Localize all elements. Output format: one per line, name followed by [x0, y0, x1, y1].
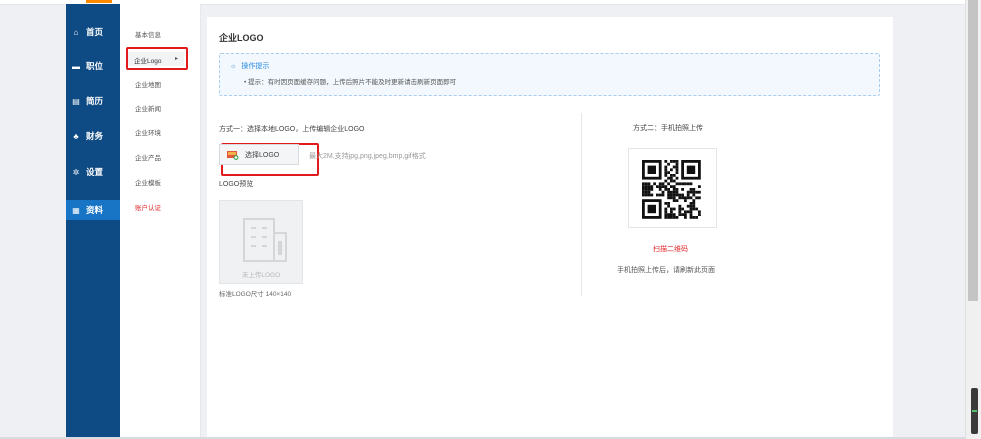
- gear-icon: ✲: [72, 167, 80, 177]
- logo-preview: 未上传LOGO: [219, 200, 303, 284]
- sidebar-item-label: 职位: [86, 61, 104, 71]
- method-one-label: 方式一：选择本地LOGO，上传编辑企业LOGO: [219, 126, 365, 133]
- tip-title: 操作提示: [241, 63, 270, 70]
- subnav-item-products[interactable]: 企业产品: [135, 152, 161, 162]
- subnav-item-environment[interactable]: 企业环境: [135, 127, 161, 137]
- briefcase-icon: ▬: [72, 61, 80, 71]
- method-two-label: 方式二：手机拍照上传: [633, 125, 703, 132]
- sidebar-item-label: 设置: [86, 167, 104, 177]
- subnav-item-news[interactable]: 企业新闻: [135, 103, 161, 113]
- page: ⌂ 首页 ▬ 职位 ▤ 简历 ♣ 财务 ✲ 设置 ▦ 资料 基本信息 企业Log…: [0, 0, 981, 439]
- subnav-item-map[interactable]: 企业地图: [135, 79, 161, 89]
- subnav-item-verification[interactable]: 账户认证: [135, 202, 161, 212]
- sidebar-item-label: 简历: [86, 96, 104, 106]
- image-upload-icon: [227, 150, 239, 160]
- sidebar-item-label: 首页: [86, 27, 104, 37]
- subnav-item-label: 企业Logo: [134, 58, 162, 65]
- brand-accent: [86, 0, 112, 3]
- sidebar-item-label: 财务: [86, 131, 104, 141]
- qr-code-icon: [642, 160, 701, 219]
- sidebar-item-finance[interactable]: ♣ 财务: [66, 126, 120, 146]
- tip-title-row: ☼ 操作提示: [230, 61, 269, 71]
- content-panel: 企业LOGO ☼ 操作提示 • 提示：有时因页面缓存问题，上传后照片不能及时更新请…: [207, 17, 893, 439]
- sidebar-item-resumes[interactable]: ▤ 简历: [66, 91, 120, 111]
- tip-box: ☼ 操作提示 • 提示：有时因页面缓存问题，上传后照片不能及时更新请击刷新页面即可: [219, 53, 880, 96]
- subnav-item-template[interactable]: 企业模板: [135, 177, 161, 187]
- sub-navigation: 基本信息 企业Logo ▸ 企业地图 企业新闻 企业环境 企业产品 企业模板 账…: [120, 4, 201, 439]
- page-title: 企业LOGO: [219, 33, 264, 43]
- sidebar-item-settings[interactable]: ✲ 设置: [66, 162, 120, 182]
- data-icon: ▦: [72, 205, 80, 215]
- qr-code: [628, 148, 717, 228]
- select-logo-button[interactable]: 选择LOGO: [219, 144, 299, 165]
- lightbulb-icon: ☼: [230, 63, 237, 70]
- main-sidebar: ⌂ 首页 ▬ 职位 ▤ 简历 ♣ 财务 ✲ 设置 ▦ 资料: [66, 4, 120, 439]
- caret-right-icon: ▸: [174, 56, 178, 62]
- tip-text: • 提示：有时因页面缓存问题，上传后照片不能及时更新请击刷新页面即可: [244, 79, 457, 86]
- refresh-note: 手机拍照上传后，请刷新此页面: [617, 267, 715, 274]
- sidebar-item-label: 资料: [86, 205, 104, 215]
- finance-icon: ♣: [73, 131, 79, 141]
- sidebar-item-home[interactable]: ⌂ 首页: [66, 22, 120, 42]
- status-led: [972, 410, 977, 412]
- scrollbar-thumb[interactable]: [968, 0, 978, 301]
- home-icon: ⌂: [73, 27, 79, 37]
- column-divider: [581, 113, 582, 296]
- resume-icon: ▤: [72, 96, 80, 106]
- subnav-item-logo[interactable]: 企业Logo ▸: [128, 52, 184, 66]
- subnav-item-basic-info[interactable]: 基本信息: [135, 29, 161, 39]
- format-hint: 最大2M,支持jpg,png,jpeg,bmp,gif格式: [309, 153, 426, 160]
- select-logo-label: 选择LOGO: [245, 151, 280, 159]
- sidebar-item-jobs[interactable]: ▬ 职位: [66, 56, 120, 76]
- scan-qr-label: 扫描二维码: [653, 246, 688, 253]
- sidebar-item-profile[interactable]: ▦ 资料: [66, 200, 120, 220]
- side-widget[interactable]: [971, 388, 978, 434]
- size-note: 标准LOGO尺寸 140×140: [219, 291, 292, 298]
- preview-label: LOGO预览: [219, 181, 254, 188]
- preview-placeholder: 未上传LOGO: [241, 272, 281, 279]
